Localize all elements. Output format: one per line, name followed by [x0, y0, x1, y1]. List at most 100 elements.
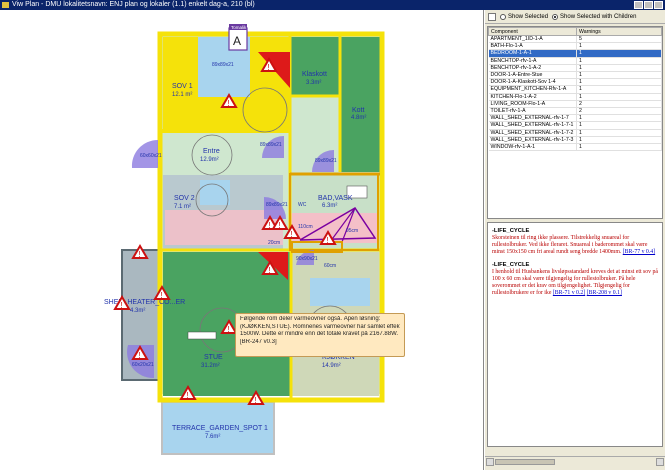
component-table[interactable]: Component Warnings APARTMENT_1ID-1-A 5 BAT…: [487, 26, 663, 219]
table-row[interactable]: BENCHTOP-rfv-1-A 1: [488, 57, 662, 65]
table-row[interactable]: KITCHEN-Flo-1-A-2 1: [488, 93, 662, 101]
svg-text:6.3m²: 6.3m²: [322, 203, 337, 209]
component-cell: DOOR-1-A-Entre-Stue: [488, 71, 577, 80]
room-label-sov1: SOV 1: [172, 83, 193, 90]
component-cell: WINDOW-rfv-1-A-1: [488, 143, 577, 152]
warnings-cell: 1: [576, 143, 662, 152]
table-row[interactable]: APARTMENT_1ID-1-A 5: [488, 35, 662, 44]
room-label-terrace: TERRACE_GARDEN_SPOT 1: [172, 425, 268, 432]
svg-text:89x89x21: 89x89x21: [212, 62, 234, 68]
svg-text:7.6m²: 7.6m²: [205, 434, 220, 440]
table-row[interactable]: EQUIPMENT_KITCHEN-Rfv-1-A 1: [488, 85, 662, 94]
table-row[interactable]: DOOR-1-A-Klaskott-Sov 1-4 1: [488, 78, 662, 87]
scroll-right-icon[interactable]: [656, 458, 664, 466]
svg-text:!: !: [121, 301, 123, 310]
svg-text:!: !: [139, 351, 141, 360]
svg-text:12.1 m²: 12.1 m²: [172, 92, 192, 98]
component-cell: TOILET-rfv-1-A: [488, 107, 577, 116]
rule-reference-link[interactable]: [BR-77 v 0.4]: [623, 249, 655, 255]
svg-text:60cm: 60cm: [324, 263, 336, 269]
warning-icon[interactable]: !: [131, 244, 149, 259]
svg-text:!: !: [161, 291, 163, 300]
svg-text:!: !: [187, 391, 189, 400]
room-label-shed: SHED_HEATER_CO...ER: [104, 299, 185, 306]
table-row[interactable]: DOOR-1-A-Entre-Stue 1: [488, 71, 662, 80]
floorplan-canvas[interactable]: SOV 1 12.1 m² Klaskott 3.3m² Kott 4.8m² …: [0, 10, 484, 470]
room-label-bad: BAD,VASK: [318, 195, 353, 202]
room-kott-area[interactable]: [340, 37, 380, 172]
minimize-button[interactable]: [634, 1, 643, 9]
table-row[interactable]: LIVING_ROOM-Flo-1-A 2: [488, 100, 662, 109]
table-row[interactable]: WALL_SHED_EXTERNAL-rfv-1-7-1 1: [488, 121, 662, 130]
table-row[interactable]: TOILET-rfv-1-A 2: [488, 107, 662, 116]
svg-text:4.3m²: 4.3m²: [130, 308, 145, 314]
svg-text:!: !: [269, 221, 271, 230]
kjokken-blue-zone: [310, 278, 370, 306]
svg-text:89x89x21: 89x89x21: [315, 158, 337, 164]
close-button[interactable]: [654, 1, 663, 9]
svg-text:31.2m²: 31.2m²: [201, 363, 220, 369]
show-selected-radio[interactable]: Show Selected: [500, 13, 548, 20]
component-toolbar: Show Selected Show Selected with Childre…: [485, 10, 665, 24]
svg-text:14.9m²: 14.9m²: [322, 363, 341, 369]
svg-text:!: !: [291, 230, 293, 239]
rule-heading: -LIFE_CYCLE: [492, 262, 530, 268]
floor-tag-letter: A: [233, 34, 241, 48]
warnings-cell: 1: [576, 49, 662, 58]
svg-text:!: !: [279, 221, 281, 230]
table-row[interactable]: BENCHTOP-rfv-1-A-2 1: [488, 64, 662, 73]
component-cell: LIVING_ROOM-Flo-1-A: [488, 100, 577, 109]
warnings-cell: 1: [576, 114, 662, 123]
warnings-cell: 1: [576, 136, 662, 145]
room-label-kott: Kott: [352, 107, 365, 114]
show-children-radio[interactable]: Show Selected with Children: [552, 13, 636, 20]
table-row[interactable]: BEDROOM-1-A-1 1: [488, 49, 662, 58]
svg-text:7.1 m²: 7.1 m²: [174, 204, 191, 210]
table-row[interactable]: WINDOW-rfv-1-A-1 1: [488, 143, 662, 152]
rule-heading: -LIFE_CYCLE: [492, 228, 530, 234]
component-cell: BATH-Flo-1-A: [488, 42, 577, 51]
component-cell: EQUIPMENT_KITCHEN-Rfv-1-A: [488, 85, 577, 94]
table-row[interactable]: WALL_SHED_EXTERNAL-rfv-1-7-3 1: [488, 136, 662, 145]
svg-text:89x89x21: 89x89x21: [266, 202, 288, 208]
room-klaskott-area[interactable]: [290, 37, 340, 95]
svg-text:!: !: [327, 236, 329, 245]
right-panel: Show Selected Show Selected with Childre…: [485, 10, 665, 470]
svg-text:!: !: [268, 63, 270, 72]
floorplan-svg[interactable]: SOV 1 12.1 m² Klaskott 3.3m² Kott 4.8m² …: [0, 10, 484, 470]
room-label-stue: STUE: [204, 354, 223, 361]
scrollbar-thumb[interactable]: [495, 459, 555, 465]
filter-icon[interactable]: [488, 12, 496, 21]
svg-text:110cm: 110cm: [298, 224, 313, 230]
rule-reference-link[interactable]: [BR-71 v 0.2]: [553, 290, 585, 296]
svg-text:90x90x21: 90x90x21: [296, 256, 318, 262]
scroll-left-icon[interactable]: [486, 458, 494, 466]
svg-text:!: !: [269, 266, 271, 275]
component-cell: KITCHEN-Flo-1-A-2: [488, 93, 577, 101]
app-icon: [2, 2, 9, 8]
svg-text:WC: WC: [298, 202, 307, 208]
svg-text:4.8m²: 4.8m²: [351, 115, 366, 121]
svg-text:!: !: [139, 250, 141, 259]
warnings-cell: 1: [576, 64, 662, 73]
column-header-component[interactable]: Component: [488, 27, 577, 36]
table-row[interactable]: WALL_SHED_EXTERNAL-rfv-1-7 1: [488, 114, 662, 123]
warnings-cell: 5: [576, 35, 662, 44]
measure-box: [187, 331, 217, 340]
table-row[interactable]: WALL_SHED_EXTERNAL-rfv-1-7-2 1: [488, 129, 662, 137]
maximize-button[interactable]: [644, 1, 653, 9]
window-title: Viw Plan - DMU lokalitetsnavn: ENJ plan …: [12, 1, 255, 8]
table-row[interactable]: BATH-Flo-1-A 1: [488, 42, 662, 51]
warnings-cell: 2: [576, 107, 662, 116]
horizontal-scrollbar[interactable]: [485, 456, 665, 466]
warnings-cell: 2: [576, 100, 662, 109]
floor-tag-label: Tomalik: [231, 25, 247, 30]
room-label-entre: Entre: [203, 148, 220, 155]
component-cell: DOOR-1-A-Klaskott-Sov 1-4: [488, 78, 577, 87]
svg-text:!: !: [255, 396, 257, 405]
component-cell: WALL_SHED_EXTERNAL-rfv-1-7-2: [488, 129, 577, 137]
rule-reference-link[interactable]: [BR-208 v 0.1]: [587, 290, 622, 296]
column-header-warnings[interactable]: Warnings: [576, 27, 662, 36]
room-label-klaskott: Klaskott: [302, 71, 327, 78]
warnings-cell: 1: [576, 78, 662, 87]
